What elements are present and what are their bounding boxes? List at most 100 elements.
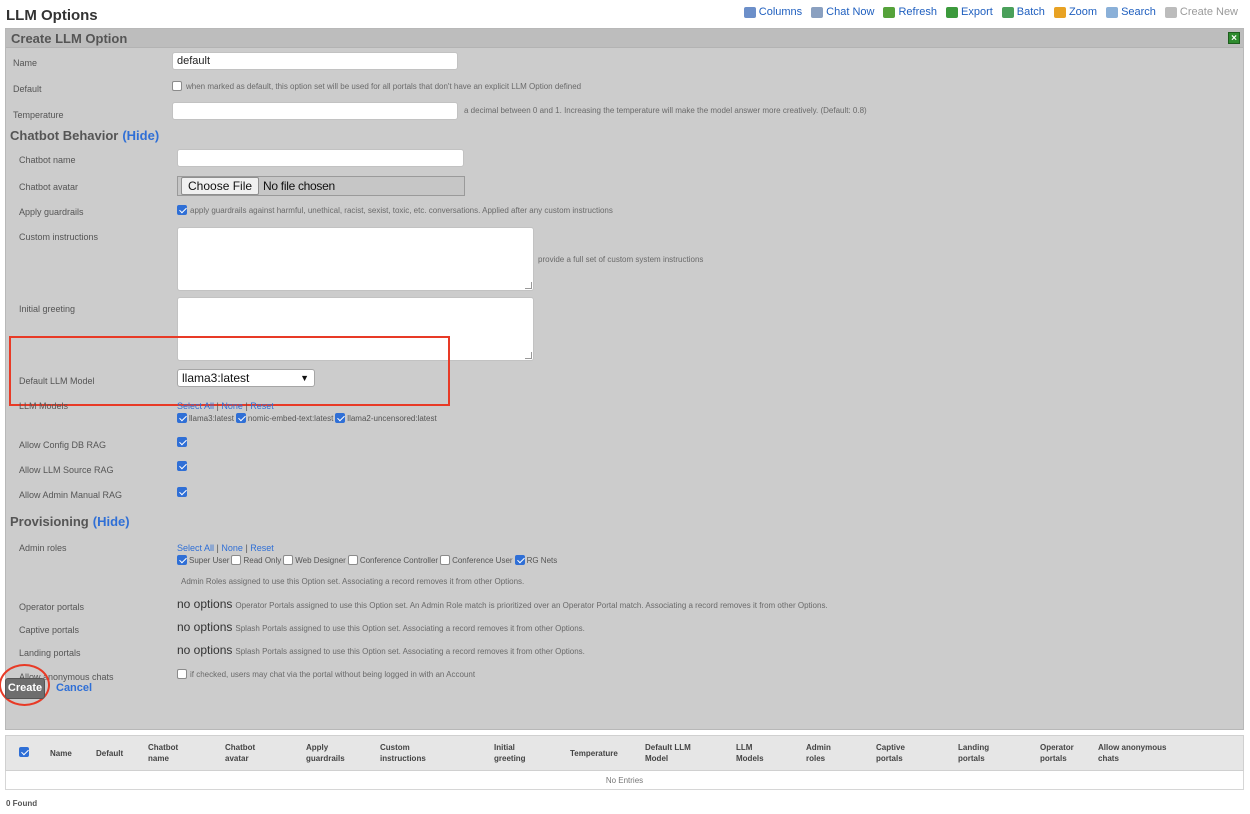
column-header[interactable]: Apply guardrails <box>306 742 345 764</box>
default-checkbox[interactable] <box>172 81 182 91</box>
anonymous-chats-hint: if checked, users may chat via the porta… <box>190 670 476 679</box>
manual-rag-checkbox[interactable] <box>177 487 187 497</box>
default-model-select[interactable]: llama3:latest ▼ <box>177 369 315 387</box>
avatar-file-input[interactable]: Choose File No file chosen <box>177 176 465 196</box>
default-model-label: Default LLM Model <box>19 376 95 386</box>
select-all-rows-checkbox[interactable] <box>19 747 29 757</box>
export-icon <box>946 6 958 18</box>
roles-select-all-link[interactable]: Select All <box>177 543 214 553</box>
chatbot-name-label: Chatbot name <box>19 155 76 165</box>
toolbar-batch-button[interactable]: Batch <box>1001 6 1045 18</box>
chatbot-avatar-label: Chatbot avatar <box>19 182 79 192</box>
role-option-label: Super User <box>189 555 230 565</box>
file-status: No file chosen <box>263 179 335 193</box>
toolbar-create-new-button[interactable]: Create New <box>1164 6 1238 18</box>
table-header: Name Default Chatbot name Chatbot avatar Apply… <box>5 735 1244 771</box>
role-checkbox[interactable] <box>177 555 187 565</box>
role-option-label: Conference User <box>452 555 513 565</box>
role-checkbox[interactable] <box>347 555 358 565</box>
toolbar-export-button[interactable]: Export <box>946 6 993 18</box>
column-header[interactable]: Landing portals <box>958 742 989 764</box>
create-button[interactable]: Create <box>5 678 45 699</box>
column-header[interactable]: Default <box>96 748 123 759</box>
chatbot-hide-link[interactable]: (Hide) <box>122 128 159 143</box>
toolbar-chat-now-button[interactable]: Chat Now <box>811 6 874 18</box>
llm-models-links: Select All | None | Reset <box>177 401 274 411</box>
toolbar: Columns Chat Now Refresh Export Batch Zoom Sea… <box>743 6 1238 18</box>
column-header[interactable]: Admin roles <box>806 742 831 764</box>
panel-title: Create LLM Option <box>11 31 128 46</box>
temperature-input[interactable] <box>172 102 458 120</box>
column-header[interactable]: Chatbot avatar <box>225 742 255 764</box>
custom-instructions-textarea[interactable] <box>177 227 534 291</box>
captive-portals-label: Captive portals <box>19 625 80 635</box>
model-checkbox[interactable] <box>235 413 246 423</box>
column-header[interactable]: Chatbot name <box>148 742 178 764</box>
guardrails-checkbox[interactable] <box>177 205 187 215</box>
guardrails-label: Apply guardrails <box>19 207 84 217</box>
choose-file-button[interactable]: Choose File <box>181 177 260 195</box>
model-option-label: llama3:latest <box>189 413 234 423</box>
temperature-label: Temperature <box>13 110 64 120</box>
landing-portals-value: no options Splash Portals assigned to use… <box>177 643 585 657</box>
toolbar-columns-button[interactable]: Columns <box>743 6 802 18</box>
no-entries-text: No Entries <box>605 776 644 785</box>
admin-roles-links: Select All | None | Reset <box>177 543 274 553</box>
column-header[interactable]: LLM Models <box>736 742 764 764</box>
none-link[interactable]: None <box>221 401 243 411</box>
column-header[interactable]: Operator portals <box>1040 742 1074 764</box>
name-input[interactable] <box>172 52 458 70</box>
role-checkbox[interactable] <box>231 555 242 565</box>
role-checkbox[interactable] <box>514 555 525 565</box>
temperature-hint: a decimal between 0 and 1. Increasing th… <box>464 106 867 115</box>
toolbar-zoom-button[interactable]: Zoom <box>1053 6 1097 18</box>
roles-reset-link[interactable]: Reset <box>250 543 274 553</box>
table-body: No Entries <box>5 771 1244 790</box>
model-option-label: llama2-uncensored:latest <box>347 413 437 423</box>
column-header[interactable]: Initial greeting <box>494 742 526 764</box>
chatbot-name-input[interactable] <box>177 149 464 167</box>
search-icon <box>1106 6 1119 18</box>
chat-icon <box>811 6 824 18</box>
source-rag-checkbox[interactable] <box>177 461 187 471</box>
toolbar-search-button[interactable]: Search <box>1106 6 1156 18</box>
config-rag-checkbox[interactable] <box>177 437 187 447</box>
close-icon[interactable]: × <box>1228 32 1240 44</box>
role-checkbox[interactable] <box>440 555 451 565</box>
column-header[interactable]: Name <box>50 748 72 759</box>
role-option-label: Read Only <box>243 555 282 565</box>
zoom-icon <box>1053 6 1066 18</box>
model-checkbox[interactable] <box>335 413 346 423</box>
provisioning-hide-link[interactable]: (Hide) <box>93 514 130 529</box>
column-header[interactable]: Temperature <box>570 748 618 759</box>
custom-instructions-label: Custom instructions <box>19 232 99 242</box>
admin-roles-options: Super User Read Only Web Designer Conferenc… <box>175 555 557 565</box>
source-rag-label: Allow LLM Source RAG <box>19 465 114 475</box>
create-new-icon <box>1164 6 1177 18</box>
config-rag-label: Allow Config DB RAG <box>19 440 107 450</box>
operator-portals-value: no options Operator Portals assigned to u… <box>177 597 828 611</box>
column-header[interactable]: Custom instructions <box>380 742 426 764</box>
role-checkbox[interactable] <box>283 555 294 565</box>
captive-portals-value: no options Splash Portals assigned to use… <box>177 620 585 634</box>
toolbar-refresh-button[interactable]: Refresh <box>883 6 937 18</box>
default-label: Default <box>13 84 42 94</box>
column-header[interactable]: Allow anonymous chats <box>1098 742 1166 764</box>
chatbot-section-title: Chatbot Behavior (Hide) <box>10 128 160 143</box>
cancel-link[interactable]: Cancel <box>56 682 92 694</box>
page-title: LLM Options <box>6 7 98 24</box>
model-checkbox[interactable] <box>177 413 187 423</box>
select-all-link[interactable]: Select All <box>177 401 214 411</box>
batch-icon <box>1001 6 1014 18</box>
roles-none-link[interactable]: None <box>221 543 243 553</box>
admin-roles-hint: Admin Roles assigned to use this Option … <box>181 577 525 586</box>
reset-link[interactable]: Reset <box>250 401 274 411</box>
column-header[interactable]: Default LLM Model <box>645 742 691 764</box>
refresh-icon <box>883 6 896 18</box>
role-option-label: Conference Controller <box>359 555 439 565</box>
columns-icon <box>743 6 756 18</box>
column-header[interactable]: Captive portals <box>876 742 905 764</box>
anonymous-chats-checkbox[interactable] <box>177 669 187 679</box>
chevron-down-icon: ▼ <box>300 373 309 383</box>
provisioning-section-title: Provisioning (Hide) <box>10 514 130 529</box>
